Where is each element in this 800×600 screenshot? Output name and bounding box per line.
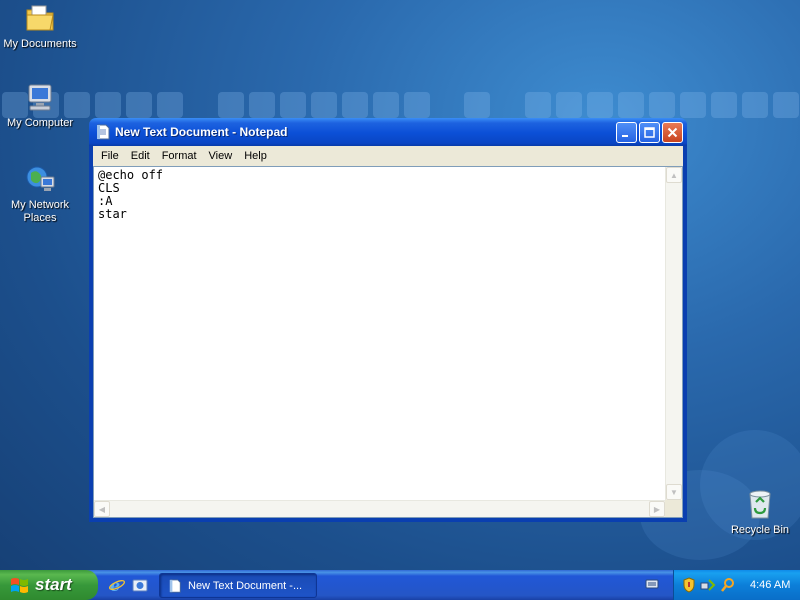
scroll-right-button[interactable]: ▶: [649, 501, 665, 517]
search-icon[interactable]: [720, 577, 736, 593]
desktop-icon-label: Recycle Bin: [730, 524, 790, 536]
network-icon: [26, 166, 55, 191]
minimize-button[interactable]: [616, 121, 637, 143]
close-button[interactable]: [662, 121, 683, 143]
menu-file[interactable]: File: [95, 150, 125, 162]
taskbar-notepad-button[interactable]: New Text Document -...: [159, 573, 317, 598]
menu-format[interactable]: Format: [156, 150, 203, 162]
text-editor[interactable]: @echo off CLS :A star: [94, 167, 665, 500]
desktop-icon-label: My Computer: [6, 117, 74, 129]
internet-explorer-icon[interactable]: e: [108, 576, 126, 594]
menu-help[interactable]: Help: [238, 150, 273, 162]
desktop-icon-my-computer[interactable]: My Computer: [0, 83, 80, 130]
desktop-icon-my-network-places[interactable]: My Network Places: [0, 163, 80, 225]
scrollbar-corner: [665, 500, 682, 517]
security-shield-icon[interactable]: [682, 577, 696, 593]
window-title: New Text Document - Notepad: [115, 125, 288, 139]
outlook-express-icon[interactable]: [131, 576, 149, 594]
notepad-icon: [169, 578, 181, 593]
maximize-button[interactable]: [639, 121, 660, 143]
clock[interactable]: 4:46 AM: [750, 579, 790, 591]
wallpaper-squares: [0, 92, 800, 118]
desktop-icon-label: My Documents: [3, 38, 77, 50]
menu-bar: File Edit Format View Help: [93, 146, 683, 166]
scroll-left-button[interactable]: ◀: [94, 501, 110, 517]
recycle-bin-icon: [749, 490, 771, 519]
computer-icon: [28, 84, 52, 111]
close-icon: [667, 127, 678, 137]
desktop-icon-label: My Network Places: [10, 199, 70, 224]
keyboard-icon[interactable]: [645, 578, 659, 590]
windows-logo-icon: [11, 578, 28, 593]
menu-edit[interactable]: Edit: [125, 150, 156, 162]
system-tray: 4:46 AM: [673, 570, 800, 600]
editor-area: @echo off CLS :A star ▲ ▼ ◀ ▶: [93, 166, 683, 518]
taskbar: start e New Text Document -... 4:46 AM: [0, 570, 800, 600]
desktop-icon-my-documents[interactable]: My Documents: [0, 2, 80, 51]
vertical-scrollbar[interactable]: ▲ ▼: [665, 167, 682, 500]
minimize-icon: [622, 134, 628, 137]
network-connection-icon[interactable]: [700, 577, 716, 593]
scroll-up-button[interactable]: ▲: [666, 167, 682, 183]
maximize-icon: [644, 126, 655, 138]
notepad-window[interactable]: New Text Document - Notepad File Edit Fo…: [89, 118, 687, 522]
window-titlebar[interactable]: New Text Document - Notepad: [89, 118, 687, 146]
taskbar-button-label: New Text Document -...: [188, 579, 303, 592]
start-button[interactable]: start: [0, 570, 98, 600]
horizontal-scrollbar[interactable]: ◀ ▶: [94, 500, 665, 517]
scroll-down-button[interactable]: ▼: [666, 484, 682, 500]
desktop-icon-recycle-bin[interactable]: Recycle Bin: [720, 488, 800, 537]
notepad-icon: [97, 124, 110, 140]
menu-view[interactable]: View: [203, 150, 239, 162]
start-label: start: [35, 575, 72, 594]
folder-icon: [26, 5, 54, 31]
